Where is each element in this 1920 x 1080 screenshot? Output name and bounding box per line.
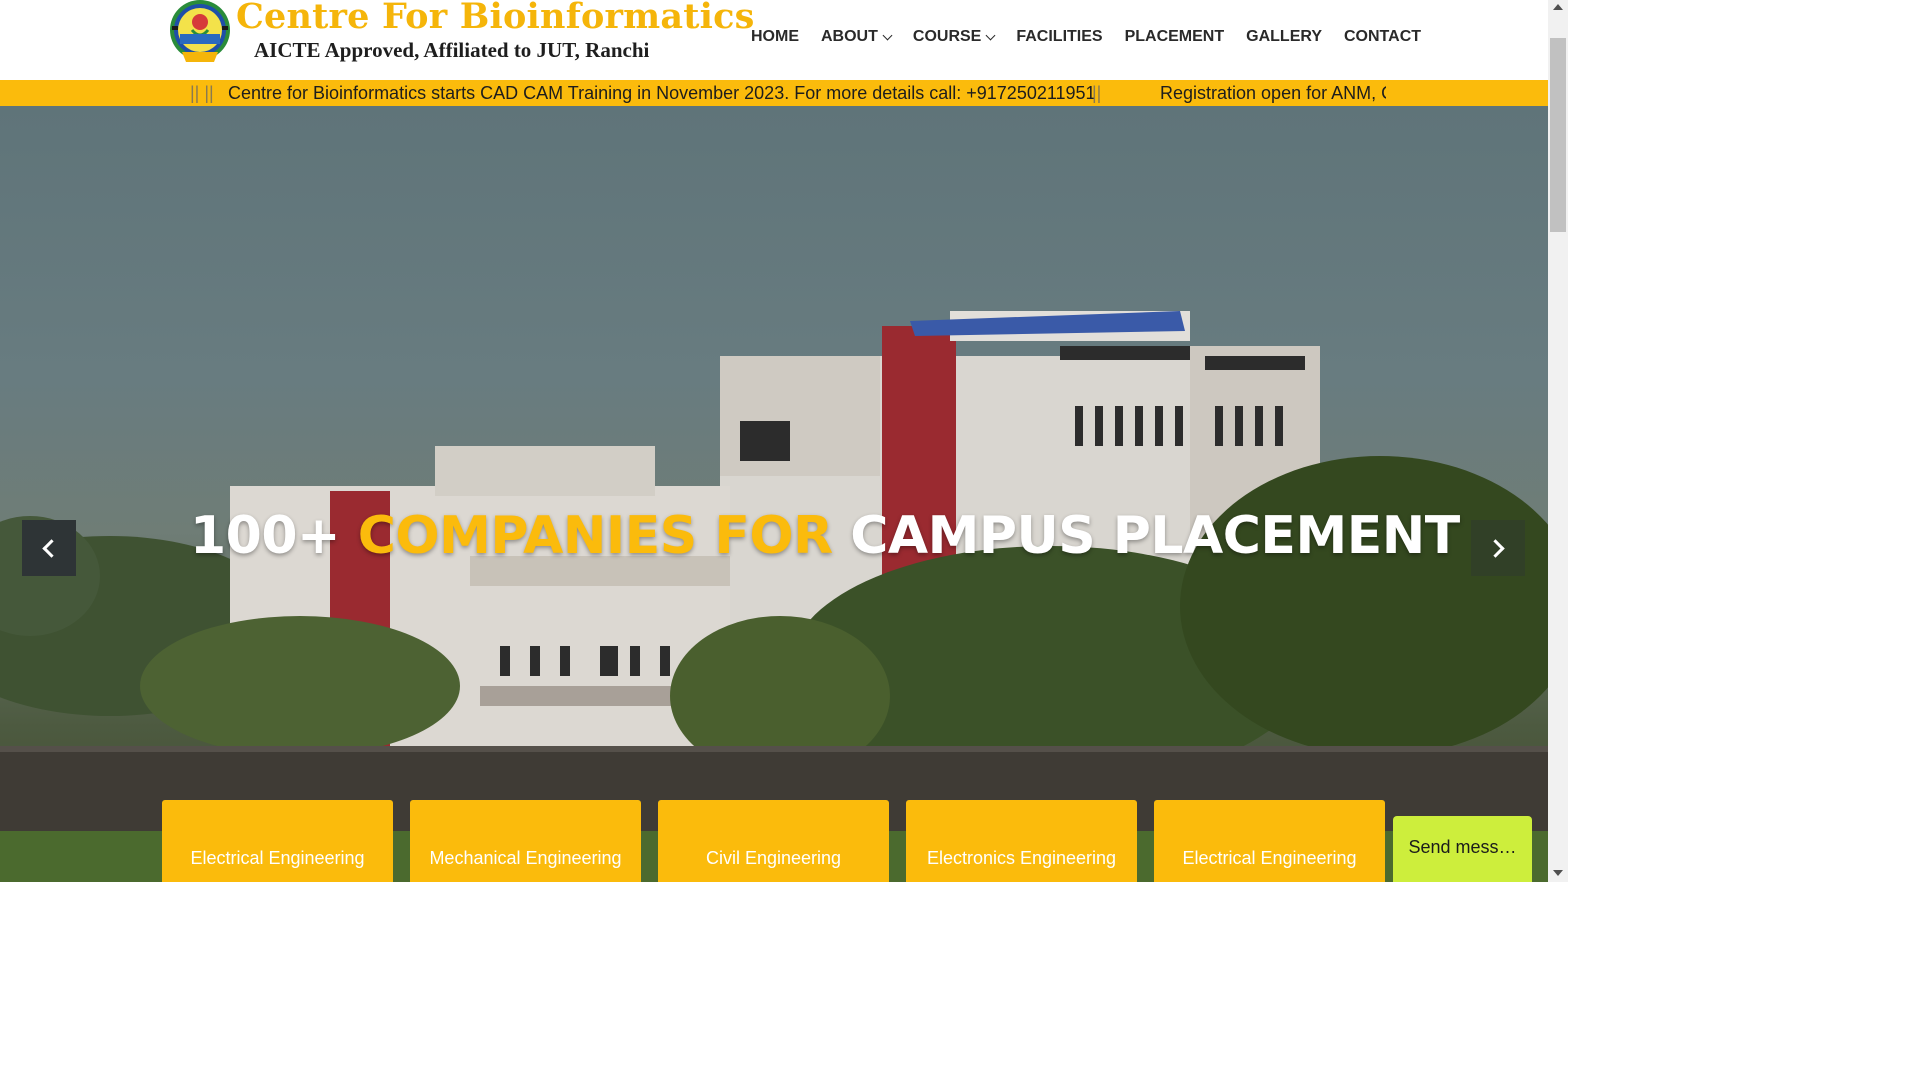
nav-gallery[interactable]: GALLERY [1246,28,1322,46]
course-card[interactable]: Electrical Engineering [162,800,393,882]
course-card-label: Electrical Engineering [1182,848,1357,868]
main-navigation: HOME ABOUT COURSE FACILITIES PLACEMENT G… [740,26,1432,48]
headline-part-1: 100+ [190,506,358,566]
course-card-label: Mechanical Engineering [429,848,622,868]
hero-slider: 100+ COMPANIES FOR CAMPUS PLACEMENT Elec… [0,106,1548,882]
chat-label: Send mess… [1408,836,1517,857]
course-card-label: Electrical Engineering [190,848,365,868]
chevron-down-icon [985,30,996,40]
site-header: Centre For Bioinformatics AICTE Approved… [0,0,1548,80]
headline-part-3: CAMPUS PLACEMENT [850,506,1460,566]
nav-about-label: ABOUT [821,28,878,45]
scrollbar-thumb[interactable] [1550,38,1566,232]
chevron-right-icon [1486,538,1505,558]
ticker-message[interactable]: Centre for Bioinformatics starts CAD CAM… [228,83,1096,104]
college-emblem-icon [170,0,230,62]
chevron-down-icon [882,30,893,40]
headline-part-2: COMPANIES FOR [357,506,851,566]
site-logo[interactable]: Centre For Bioinformatics AICTE Approved… [162,0,754,66]
ticker-message[interactable]: Registration open for ANM, G [1160,83,1386,104]
nav-course-label: COURSE [912,28,982,45]
course-card-label: Electronics Engineering [926,848,1117,868]
scroll-down-icon[interactable] [1553,870,1563,876]
ticker-track: || || Centre for Bioinformatics starts C… [190,80,1386,106]
scroll-up-icon[interactable] [1553,4,1563,10]
course-card[interactable]: Electronics Engineering [906,800,1137,882]
course-card-label: Civil Engineering [705,848,842,868]
nav-contact-label: CONTACT [1344,28,1422,45]
slider-prev-button[interactable] [22,520,76,576]
campus-building-image [0,311,1548,882]
news-ticker: || || Centre for Bioinformatics starts C… [0,80,1548,106]
hero-headline: 100+ COMPANIES FOR CAMPUS PLACEMENT [190,506,1460,566]
course-cards: Electrical Engineering Mechanical Engine… [162,800,1402,882]
nav-contact[interactable]: CONTACT [1344,28,1421,46]
brand-title: Centre For Bioinformatics [236,0,755,37]
course-card[interactable]: Civil Engineering [658,800,889,882]
nav-gallery-label: GALLERY [1246,28,1322,45]
nav-course[interactable]: COURSE [912,28,996,46]
course-card[interactable]: Mechanical Engineering [410,800,641,882]
page-scrollbar[interactable] [1548,0,1568,882]
send-message-chat-button[interactable]: Send mess… [1393,816,1532,882]
nav-facilities[interactable]: FACILITIES [1016,28,1102,46]
nav-home[interactable]: HOME [751,28,799,46]
ticker-separator: || [1092,83,1102,103]
nav-home-label: HOME [751,28,799,45]
nav-placement-label: PLACEMENT [1124,28,1225,45]
course-card[interactable]: Electrical Engineering [1154,800,1385,882]
brand-subtitle: AICTE Approved, Affiliated to JUT, Ranch… [254,38,650,62]
nav-about[interactable]: ABOUT [821,28,893,46]
slider-next-button[interactable] [1471,520,1525,576]
ticker-separator: || || [190,83,214,103]
nav-facilities-label: FACILITIES [1016,28,1103,45]
chevron-left-icon [42,538,61,558]
nav-placement[interactable]: PLACEMENT [1125,28,1225,46]
